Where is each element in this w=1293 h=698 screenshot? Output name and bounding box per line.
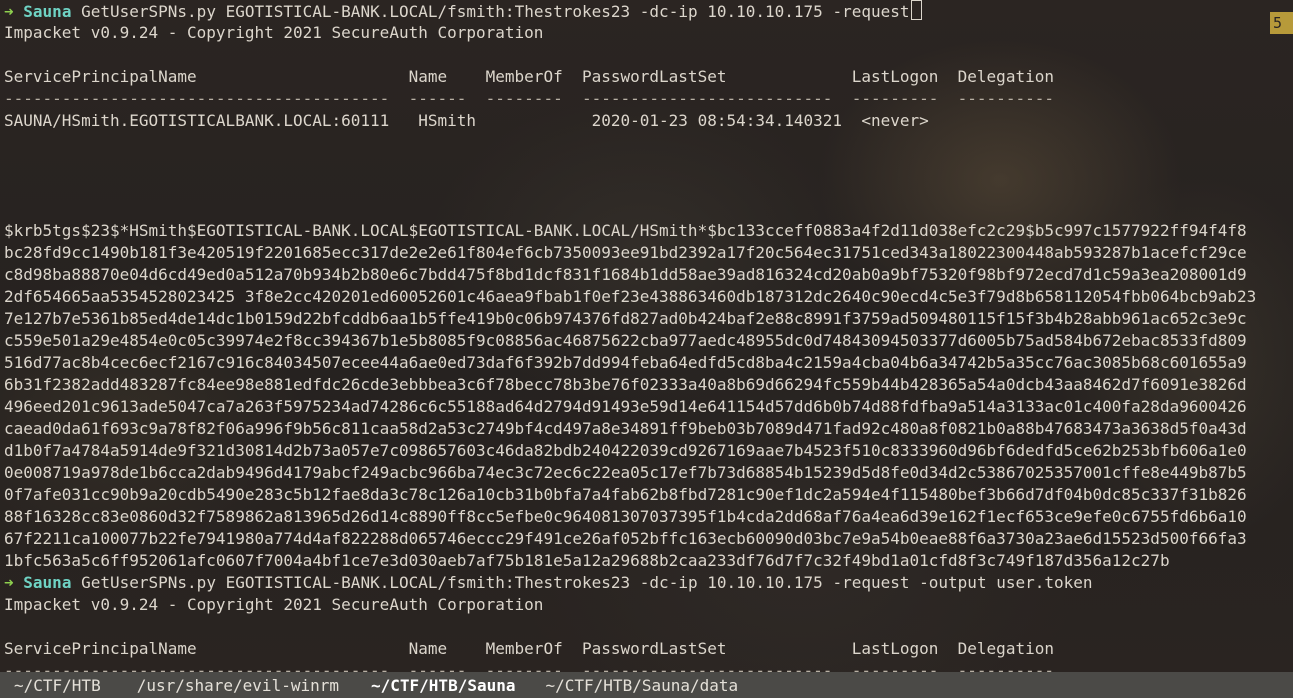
spn-table-row: SAUNA/HSmith.EGOTISTICALBANK.LOCAL:60111… [4, 111, 929, 130]
tab-ctf-htb[interactable]: ~/CTF/HTB [0, 676, 101, 695]
hash-line: 2df654665aa5354528023425 3f8e2cc420201ed… [4, 287, 1257, 306]
pane-indicator-badge: 5 [1270, 12, 1293, 34]
spn-table-divider: ----------------------------------------… [4, 661, 1054, 672]
hash-line: 7e127b7e5361b85ed4de14dc1b0159d22bfcddb6… [4, 309, 1247, 328]
tmux-status-bar: ~/CTF/HTB /usr/share/evil-winrm ~/CTF/HT… [0, 672, 1293, 698]
command-text: GetUserSPNs.py EGOTISTICAL-BANK.LOCAL/fs… [71, 573, 1093, 592]
command-line-2: ➜ Sauna GetUserSPNs.py EGOTISTICAL-BANK.… [4, 572, 1293, 594]
hash-line: c8d98ba88870e04d6cd49ed0a512a70b934b2b80… [4, 265, 1247, 284]
impacket-banner: Impacket v0.9.24 - Copyright 2021 Secure… [4, 595, 544, 614]
hash-line: 6b31f2382add483287fc84ee98e881edfdc26cde… [4, 375, 1247, 394]
hash-line: $krb5tgs$23$*HSmith$EGOTISTICAL-BANK.LOC… [4, 221, 1247, 240]
hash-line: 496eed201c9613ade5047ca7a263f5975234ad74… [4, 397, 1247, 416]
terminal-output[interactable]: ➜ Sauna GetUserSPNs.py EGOTISTICAL-BANK.… [4, 0, 1293, 672]
prompt-arrow-icon: ➜ [4, 2, 14, 21]
hash-line: bc28fd9cc1490b181f3e420519f2201685ecc317… [4, 243, 1247, 262]
command-line-1: ➜ Sauna GetUserSPNs.py EGOTISTICAL-BANK.… [4, 0, 1293, 22]
hash-line: c559e501a29e4854e0c05c39974e2f8cc394367b… [4, 331, 1247, 350]
spn-table-divider: ----------------------------------------… [4, 89, 1054, 108]
terminal-cursor [910, 0, 922, 20]
tab-sauna-data[interactable]: ~/CTF/HTB/Sauna/data [516, 676, 739, 695]
prompt-cwd: Sauna [23, 573, 72, 592]
hash-line: d1b0f7a4784a5914de9f321d30814d2b73a057e7… [4, 441, 1247, 460]
hash-line: 88f16328cc83e0860d32f7589862a813965d26d1… [4, 507, 1247, 526]
tab-sauna[interactable]: ~/CTF/HTB/Sauna [339, 676, 516, 695]
hash-line: 1bfc563a5c6ff952061afc0607f7004a4bf1ce7e… [4, 551, 1170, 570]
prompt-arrow-icon: ➜ [4, 573, 14, 592]
hash-line: 67f2211ca100077b22fe7941980a774d4af82228… [4, 529, 1247, 548]
impacket-banner: Impacket v0.9.24 - Copyright 2021 Secure… [4, 23, 544, 42]
prompt-cwd: Sauna [23, 2, 72, 21]
command-text: GetUserSPNs.py EGOTISTICAL-BANK.LOCAL/fs… [71, 2, 910, 21]
hash-line: 0e008719a978de1b6cca2dab9496d4179abcf249… [4, 463, 1247, 482]
tab-evil-winrm[interactable]: /usr/share/evil-winrm [101, 676, 339, 695]
hash-line: caead0da61f693c9a78f82f06a996f9b56c811ca… [4, 419, 1247, 438]
spn-table-header: ServicePrincipalName Name MemberOf Passw… [4, 639, 1054, 658]
hash-line: 0f7afe031cc90b9a20cdb5490e283c5b12fae8da… [4, 485, 1247, 504]
spn-table-header: ServicePrincipalName Name MemberOf Passw… [4, 67, 1054, 86]
hash-line: 516d77ac8b4cec6ecf2167c916c84034507ecee4… [4, 353, 1247, 372]
